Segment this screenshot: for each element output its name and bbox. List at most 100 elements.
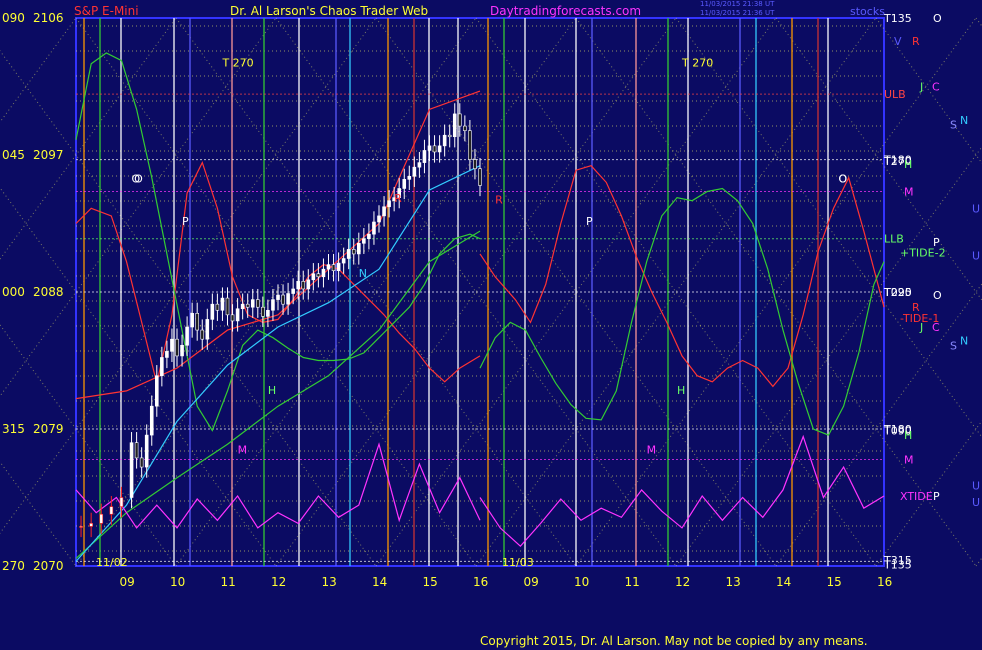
price-bar-body <box>427 145 432 151</box>
stocks-label: stocks <box>850 5 885 18</box>
right-label: H <box>904 158 912 171</box>
price-bar-body <box>316 273 321 278</box>
price-bar-body <box>463 125 467 131</box>
right-label: J <box>919 81 923 94</box>
price-bar-body <box>160 357 164 377</box>
y-tick-angle: 270 <box>2 559 25 573</box>
website-link[interactable]: Daytradingforecasts.com <box>490 4 641 18</box>
price-bar-body <box>432 145 437 153</box>
price-bar-body <box>205 319 210 340</box>
price-bar-body <box>240 303 245 310</box>
price-bar-body <box>210 303 215 320</box>
right-label: C <box>932 321 940 334</box>
x-tick-hour: 09 <box>120 575 135 589</box>
y-tick-angle: 045 <box>2 148 25 162</box>
price-bar-body <box>235 308 240 322</box>
price-bar-body <box>89 523 93 527</box>
right-label: S <box>950 119 957 132</box>
chart-label: R <box>394 192 402 205</box>
price-bar-body <box>301 281 306 290</box>
x-tick-hour: 12 <box>271 575 286 589</box>
price-bar-body <box>286 293 290 305</box>
x-tick-hour: 10 <box>574 575 589 589</box>
x-tick-hour: 14 <box>776 575 791 589</box>
price-bar-body <box>362 238 366 244</box>
instrument-label: S&P E-Mini <box>74 4 139 18</box>
y-tick-angle: 090 <box>2 11 25 25</box>
price-bar-body <box>180 344 184 357</box>
price-bar-body <box>144 434 149 468</box>
right-label: H <box>904 429 912 442</box>
price-bar-body <box>457 113 462 127</box>
price-bar-body <box>79 526 83 528</box>
price-bar-body <box>134 442 139 459</box>
price-bar-body <box>407 176 412 180</box>
chart-label: O <box>132 172 141 185</box>
x-tick-hour: 09 <box>524 575 539 589</box>
chart-label: M <box>238 443 248 456</box>
y-tick-price: 2079 <box>33 422 64 436</box>
right-label: T135 <box>883 558 912 571</box>
price-bar-body <box>190 313 194 328</box>
price-bar-body <box>417 162 422 168</box>
price-bar-body <box>437 145 442 153</box>
price-bar-body <box>200 329 205 340</box>
chaos-trader-chart: T135 ORVJ CS NULBT180T270HMULLB P+TIDE-2T225… <box>0 0 982 650</box>
chart-label: P <box>586 215 593 228</box>
price-bar-body <box>346 249 351 259</box>
x-tick-hour: 16 <box>473 575 488 589</box>
y-tick-price: 2097 <box>33 148 64 162</box>
price-bar-body <box>341 258 346 264</box>
right-label: J <box>919 321 923 334</box>
x-tick-hour: 12 <box>675 575 690 589</box>
y-tick-price: 2070 <box>33 559 64 573</box>
right-label: XTIDE <box>900 490 933 503</box>
chart-label: H <box>268 384 276 397</box>
price-bar-body <box>351 249 356 255</box>
price-bar-body <box>478 168 482 186</box>
chart-label: N <box>359 267 367 280</box>
chart-label: R <box>495 194 503 207</box>
price-bar-body <box>468 130 472 160</box>
x-tick-hour: 16 <box>877 575 892 589</box>
price-bar-body <box>119 497 124 507</box>
price-bar-body <box>230 314 235 322</box>
price-bar-body <box>139 457 144 468</box>
price-bar-body <box>175 338 179 357</box>
chart-label: T 270 <box>681 57 713 70</box>
x-tick-hour: 15 <box>827 575 842 589</box>
price-bar-body <box>261 306 265 317</box>
price-bar-body <box>306 279 311 290</box>
x-tick-hour: 10 <box>170 575 185 589</box>
price-bar-body <box>321 268 326 278</box>
right-label: T090 <box>883 286 912 299</box>
y-tick-angle: 000 <box>2 285 25 299</box>
price-bar-body <box>422 150 427 163</box>
chart-label: H <box>677 384 685 397</box>
y-tick-price: 2088 <box>33 285 64 299</box>
timestamp-2: 11/03/2015 21:36 UT <box>700 9 775 17</box>
price-bar-body <box>452 113 457 138</box>
price-bar-body <box>129 442 134 498</box>
right-label: U <box>972 202 980 215</box>
price-bar-body <box>372 221 376 235</box>
right-label: U <box>972 249 980 262</box>
right-label: O <box>933 12 942 25</box>
price-bar-body <box>367 233 371 240</box>
right-label: M <box>904 186 914 199</box>
timestamp-1: 11/03/2015 21:38 UT <box>700 0 775 8</box>
price-bar-body <box>109 506 114 515</box>
price-bar-body <box>447 134 452 138</box>
price-bar-body <box>245 303 250 308</box>
price-bar-body <box>402 179 407 189</box>
price-bar-body <box>165 351 169 358</box>
right-label: LLB <box>884 233 904 246</box>
price-bar-body <box>99 513 104 524</box>
x-tick-hour: 11 <box>221 575 236 589</box>
price-bar-body <box>225 297 230 316</box>
right-label: R <box>912 35 920 48</box>
price-bar-body <box>170 338 174 352</box>
price-bar-body <box>296 281 301 290</box>
price-bar-body <box>382 206 386 217</box>
right-label: ULB <box>884 88 906 101</box>
